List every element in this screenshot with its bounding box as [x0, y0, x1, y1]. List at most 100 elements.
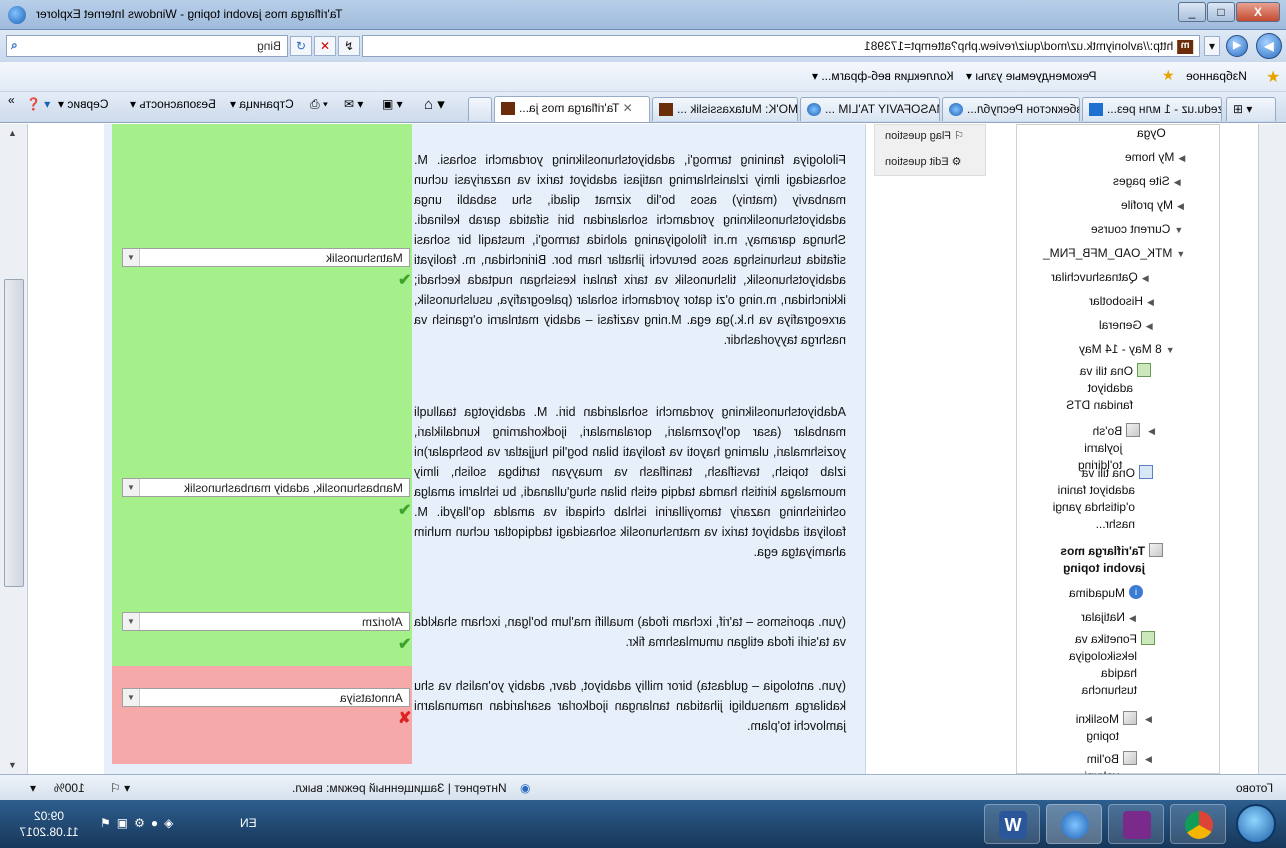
- minimize-button[interactable]: _: [1178, 2, 1206, 22]
- quiz-icon: [1149, 543, 1163, 557]
- site-favicon: m: [1177, 39, 1193, 54]
- chevron-down-icon[interactable]: ▼: [123, 479, 140, 496]
- chevron-down-icon[interactable]: ▼: [123, 689, 140, 706]
- help-icon[interactable]: ❓ ▾: [26, 97, 50, 111]
- nav-my-home[interactable]: My home: [1125, 149, 1174, 166]
- tools-menu[interactable]: Сервис ▾: [58, 97, 108, 111]
- maximize-button[interactable]: □: [1207, 2, 1235, 22]
- tab-2[interactable]: Узбекистон Республ...: [942, 97, 1080, 121]
- stop-button[interactable]: ✕: [314, 36, 336, 56]
- mail-icon[interactable]: ✉ ▾: [344, 97, 363, 111]
- feeds-icon[interactable]: ▣ ▾: [382, 97, 403, 111]
- answer-select[interactable]: ▼ Matnshunoslik: [122, 248, 410, 267]
- safety-menu[interactable]: Безопасность ▾: [130, 97, 216, 111]
- tab-label: Ta'riflarga mos ja...: [519, 101, 620, 115]
- favorites-bar: ★ Избранное ★ Рекомендуемые узлы ▾ Колле…: [0, 62, 1286, 92]
- nav-participants[interactable]: Qatnashuvchilar: [1051, 269, 1138, 286]
- globe-icon: ◉: [520, 781, 531, 795]
- chevron-down-icon[interactable]: ▼: [123, 613, 140, 630]
- start-button[interactable]: [1236, 804, 1276, 844]
- window-title: Ta'riflarga mos javobni toping - Windows…: [36, 7, 343, 21]
- tab-4[interactable]: MO'K: Mutaxassislik ...: [652, 97, 798, 121]
- zoom-level[interactable]: 100%: [54, 781, 85, 795]
- close-button[interactable]: X: [1236, 2, 1280, 22]
- window-controls: _ □ X: [1178, 2, 1280, 22]
- fav-suggested-sites[interactable]: Рекомендуемые узлы ▾: [966, 69, 1097, 83]
- nav-dts[interactable]: Ona tili va adabiyot fanidan DTS: [1063, 363, 1133, 414]
- nav-reports[interactable]: Hisobotlar: [1089, 293, 1143, 310]
- answer-select[interactable]: ▼ Aforizm: [122, 612, 410, 631]
- question-text: Filologiya fanining tarmog'i, adabiyotsh…: [414, 153, 846, 347]
- flag-label: Flag question: [885, 130, 952, 142]
- language-indicator[interactable]: EN: [240, 816, 257, 830]
- compat-view-button[interactable]: ↯: [338, 36, 360, 56]
- search-icon[interactable]: ⌕: [11, 38, 18, 53]
- answer-select[interactable]: ▼ Annotatsiya: [122, 688, 410, 707]
- home-icon[interactable]: ⌂ ▾: [424, 95, 445, 113]
- taskbar-moodle[interactable]: [1108, 804, 1164, 844]
- refresh-button[interactable]: ↻: [290, 36, 312, 56]
- fav-web-slice-gallery[interactable]: Коллекция веб-фрагм... ▾: [812, 69, 954, 83]
- answer-select[interactable]: ▼ Manbashunoslik, adabiy manbashunoslik: [122, 478, 410, 497]
- close-tab-icon[interactable]: ✕: [623, 101, 633, 115]
- scroll-down-icon[interactable]: ▼: [8, 760, 17, 770]
- edit-question-link[interactable]: Edit question ⚙: [885, 155, 962, 168]
- page-menu[interactable]: Страница ▾: [230, 97, 294, 111]
- security-zone[interactable]: Интернет | Защищенный режим: выкл.: [292, 781, 507, 795]
- chevron-down-icon: ▼: [1176, 249, 1186, 259]
- scroll-thumb[interactable]: [4, 279, 24, 587]
- flag-question-link[interactable]: Flag question ⚐: [885, 129, 964, 142]
- protected-mode-icon[interactable]: ⚐ ▾: [110, 781, 130, 795]
- scroll-up-icon[interactable]: ▲: [8, 128, 17, 138]
- correct-check-icon: ✔: [398, 502, 412, 519]
- chevron-icon: ◀: [1177, 201, 1184, 211]
- zoom-dropdown-icon[interactable]: ▾: [30, 781, 36, 795]
- back-button[interactable]: ◀: [1256, 33, 1282, 59]
- taskbar-chrome[interactable]: [1170, 804, 1226, 844]
- forward-button[interactable]: ▶: [1226, 35, 1248, 57]
- url-input[interactable]: m http://avloniymtk.uz/mod/quiz/review.ph…: [362, 35, 1200, 57]
- new-tab-button[interactable]: [468, 97, 492, 121]
- tab-3[interactable]: MASOFAVIY TA'LIM ...: [800, 97, 940, 121]
- add-favorites-icon[interactable]: ★: [1162, 67, 1175, 84]
- nav-intro[interactable]: Muqadima: [1069, 585, 1125, 602]
- nav-phonetics[interactable]: Fonetika va leksikologiya haqida tushunc…: [1063, 631, 1137, 699]
- tab-1[interactable]: uzedu.uz - 1 млн рез...: [1082, 97, 1222, 121]
- tab-5-active[interactable]: Ta'riflarga mos ja... ✕: [494, 96, 650, 122]
- favorites-star-icon[interactable]: ★: [1266, 67, 1280, 87]
- search-input[interactable]: Bing ⌕: [6, 35, 288, 57]
- nav-site-pages[interactable]: Site pages: [1113, 173, 1170, 190]
- chevron-down-icon: ▼: [1174, 225, 1184, 235]
- taskbar-word[interactable]: W: [984, 804, 1040, 844]
- nav-current-quiz[interactable]: Ta'riflarga mos javobni toping: [1049, 543, 1145, 577]
- favorites-button[interactable]: Избранное: [1186, 69, 1247, 83]
- nav-item[interactable]: Oyga: [1137, 125, 1166, 142]
- nav-general[interactable]: General: [1099, 317, 1142, 334]
- url-text: http://avloniymtk.uz/mod/quiz/review.php…: [863, 39, 1173, 53]
- quick-tabs-button[interactable]: ⊞ ▾: [1226, 97, 1276, 121]
- tab-label: MO'K: Mutaxassislik ...: [677, 102, 798, 116]
- nav-course[interactable]: MTK_OAD_MFB_FNM_: [1043, 245, 1172, 262]
- clock[interactable]: 09:02 11.08.2017: [6, 808, 92, 840]
- taskbar-ie[interactable]: [1046, 804, 1102, 844]
- question-text: (yun. antologia – guldasta) biror milliy…: [414, 679, 846, 733]
- vertical-scrollbar[interactable]: ▲ ▼: [0, 124, 28, 774]
- answer-value: Annotatsiya: [340, 691, 403, 705]
- status-bar: Готово ◉ Интернет | Защищенный режим: вы…: [0, 774, 1286, 800]
- chevron-icon: ◀: [1145, 714, 1152, 724]
- nav-teaching[interactable]: Ona tili va adabiyot fanini o'qitishda y…: [1051, 465, 1135, 533]
- nav-my-profile[interactable]: My profile: [1121, 197, 1173, 214]
- chevron-down-icon[interactable]: ▼: [123, 249, 140, 266]
- nav-matching[interactable]: Moslikni toping: [1057, 711, 1119, 745]
- recent-pages-dropdown[interactable]: ▾: [1204, 36, 1220, 56]
- nav-section-end[interactable]: Bo'lim yakuni: [1057, 751, 1119, 774]
- nav-results[interactable]: Natijalar: [1081, 609, 1125, 626]
- title-bar: Ta'riflarga mos javobni toping - Windows…: [0, 0, 1286, 30]
- print-icon[interactable]: ⎙ ▾: [310, 97, 328, 112]
- nav-week[interactable]: 8 May - 14 May: [1079, 341, 1162, 358]
- chevron-icon: ◀: [1145, 321, 1153, 331]
- tray-icons[interactable]: ⚑▣⚙●◈: [100, 816, 179, 830]
- nav-current-course[interactable]: Current course: [1091, 221, 1170, 238]
- chevron-icon[interactable]: «: [8, 93, 15, 107]
- chevron-icon: ◀: [1145, 754, 1152, 764]
